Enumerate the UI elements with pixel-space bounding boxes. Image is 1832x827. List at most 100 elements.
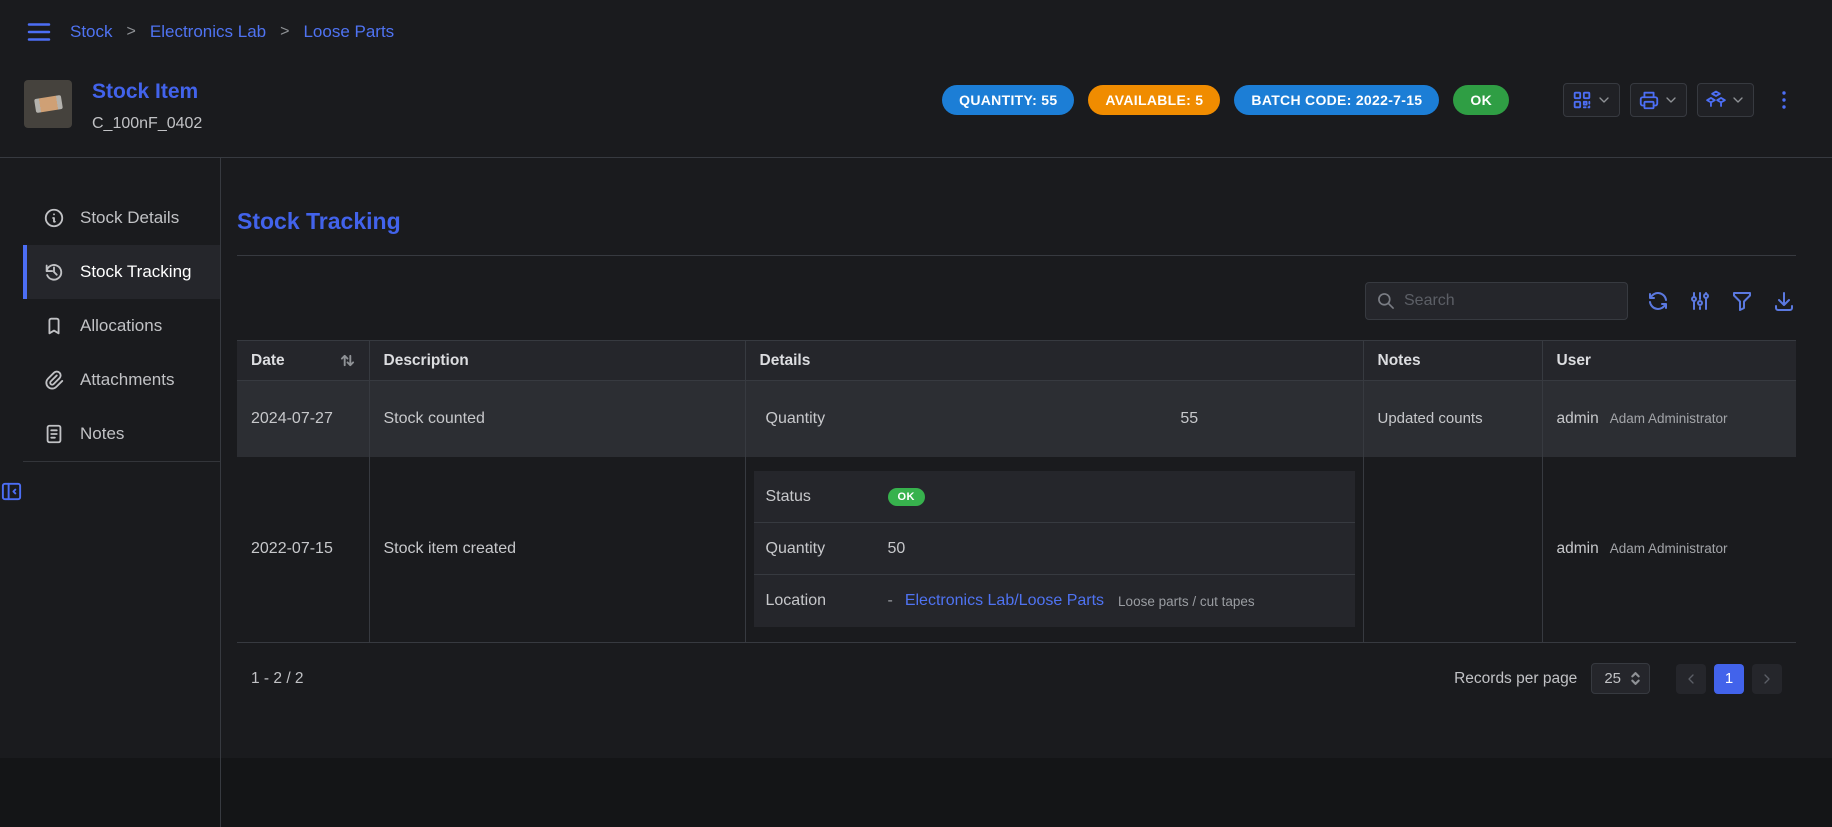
search-box <box>1365 282 1628 320</box>
status-ok-pill: OK <box>888 488 925 506</box>
chevron-right-icon <box>1759 671 1775 687</box>
table-row[interactable]: 2024-07-27 Stock counted Quantity 55 Upd… <box>237 381 1796 457</box>
notes-icon <box>43 423 65 445</box>
sidebar-item-stock-details[interactable]: Stock Details <box>23 191 220 245</box>
sort-icon <box>340 353 355 368</box>
breadcrumb-electronics-lab[interactable]: Electronics Lab <box>150 22 266 42</box>
table-settings-button[interactable] <box>1688 289 1712 313</box>
location-link[interactable]: Electronics Lab/Loose Parts <box>905 592 1104 610</box>
cell-date: 2024-07-27 <box>237 381 369 457</box>
column-header-user[interactable]: User <box>1542 341 1796 381</box>
adjustments-icon <box>1688 289 1712 313</box>
column-header-notes[interactable]: Notes <box>1363 341 1542 381</box>
stock-item-sidebar: Stock Details Stock Tracking Allocations… <box>0 158 221 827</box>
select-spinner-icon <box>1630 670 1641 687</box>
user-full-name: Adam Administrator <box>1610 411 1728 426</box>
breadcrumb-loose-parts[interactable]: Loose Parts <box>303 22 394 42</box>
cell-description: Stock item created <box>369 457 745 643</box>
info-circle-icon <box>43 207 65 229</box>
status-badges: QUANTITY: 55 AVAILABLE: 5 BATCH CODE: 20… <box>942 85 1509 115</box>
sidebar-item-label: Stock Details <box>80 208 179 228</box>
cell-details: Quantity 55 <box>745 381 1363 457</box>
detail-label: Status <box>766 488 888 506</box>
cell-user: admin Adam Administrator <box>1542 381 1796 457</box>
cell-description: Stock counted <box>369 381 745 457</box>
download-button[interactable] <box>1772 289 1796 313</box>
chevron-down-icon <box>1663 92 1679 108</box>
hamburger-icon <box>24 17 54 47</box>
navigation-menu-button[interactable] <box>24 17 54 47</box>
breadcrumb-stock[interactable]: Stock <box>70 22 113 42</box>
filter-button[interactable] <box>1730 289 1754 313</box>
stock-operations-button[interactable] <box>1697 83 1754 117</box>
chevron-down-icon <box>1596 92 1612 108</box>
sidebar-divider <box>23 461 220 462</box>
previous-page-button[interactable] <box>1676 664 1706 694</box>
sidebar-item-notes[interactable]: Notes <box>23 407 220 461</box>
detail-label: Quantity <box>766 540 888 558</box>
chevron-left-icon <box>1683 671 1699 687</box>
sidebar-item-label: Notes <box>80 424 124 444</box>
sidebar-collapse-button[interactable] <box>0 480 220 503</box>
search-icon <box>1376 291 1396 311</box>
stock-item-header: Stock Item C_100nF_0402 QUANTITY: 55 AVA… <box>0 64 1832 158</box>
column-header-description[interactable]: Description <box>369 341 745 381</box>
paperclip-icon <box>43 369 65 391</box>
detail-row-status: Status OK <box>754 471 1355 523</box>
history-icon <box>43 261 65 283</box>
detail-value: 50 <box>888 540 906 558</box>
cell-details: Status OK Quantity 50 Location - Electro… <box>745 457 1363 643</box>
column-header-details[interactable]: Details <box>745 341 1363 381</box>
download-icon <box>1772 289 1796 313</box>
available-badge: AVAILABLE: 5 <box>1088 85 1220 115</box>
filter-icon <box>1730 289 1754 313</box>
dots-vertical-icon <box>1772 88 1796 112</box>
quantity-badge: QUANTITY: 55 <box>942 85 1074 115</box>
details-subtable: Status OK Quantity 50 Location - Electro… <box>754 471 1355 627</box>
sidebar-item-attachments[interactable]: Attachments <box>23 353 220 407</box>
qrcode-icon <box>1571 89 1593 111</box>
cell-user: admin Adam Administrator <box>1542 457 1796 643</box>
location-description: Loose parts / cut tapes <box>1118 594 1255 609</box>
sidebar-item-stock-tracking[interactable]: Stock Tracking <box>23 245 220 299</box>
sidebar-collapse-icon <box>0 480 23 503</box>
sidebar-item-label: Allocations <box>80 316 162 336</box>
status-ok-badge: OK <box>1453 85 1509 115</box>
breadcrumb: Stock > Electronics Lab > Loose Parts <box>70 22 394 42</box>
table-header-row: Date Description Details Notes User <box>237 341 1796 381</box>
detail-row-location: Location - Electronics Lab/Loose Parts L… <box>754 575 1355 627</box>
sidebar-item-label: Stock Tracking <box>80 262 192 282</box>
sidebar-item-allocations[interactable]: Allocations <box>23 299 220 353</box>
refresh-button[interactable] <box>1646 289 1670 313</box>
search-input[interactable] <box>1404 292 1617 310</box>
part-name: C_100nF_0402 <box>92 115 202 133</box>
username: admin <box>1557 540 1599 558</box>
next-page-button[interactable] <box>1752 664 1782 694</box>
section-heading: Stock Tracking <box>237 208 1796 235</box>
page-1-button[interactable]: 1 <box>1714 664 1744 694</box>
user-full-name: Adam Administrator <box>1610 541 1728 556</box>
table-row[interactable]: 2022-07-15 Stock item created Status OK … <box>237 457 1796 643</box>
page-size-select[interactable]: 25 <box>1591 663 1650 694</box>
username: admin <box>1557 410 1599 428</box>
sidebar-item-label: Attachments <box>80 370 175 390</box>
barcode-actions-button[interactable] <box>1563 83 1620 117</box>
heading-divider <box>237 255 1796 256</box>
more-actions-button[interactable] <box>1772 88 1796 112</box>
part-thumbnail[interactable] <box>24 80 72 128</box>
printer-icon <box>1638 89 1660 111</box>
detail-label: Quantity <box>754 410 1024 428</box>
cell-notes <box>1363 457 1542 643</box>
bookmark-icon <box>43 315 65 337</box>
detail-row-quantity: Quantity 50 <box>754 523 1355 575</box>
page-size-value: 25 <box>1604 670 1621 687</box>
table-footer: 1 - 2 / 2 Records per page 25 1 <box>237 643 1796 694</box>
detail-value: 55 <box>1024 410 1355 428</box>
print-actions-button[interactable] <box>1630 83 1687 117</box>
breadcrumb-separator: > <box>127 23 136 41</box>
column-header-date[interactable]: Date <box>237 341 369 381</box>
cell-notes: Updated counts <box>1363 381 1542 457</box>
cell-date: 2022-07-15 <box>237 457 369 643</box>
batch-code-badge: BATCH CODE: 2022-7-15 <box>1234 85 1439 115</box>
chevron-down-icon <box>1730 92 1746 108</box>
